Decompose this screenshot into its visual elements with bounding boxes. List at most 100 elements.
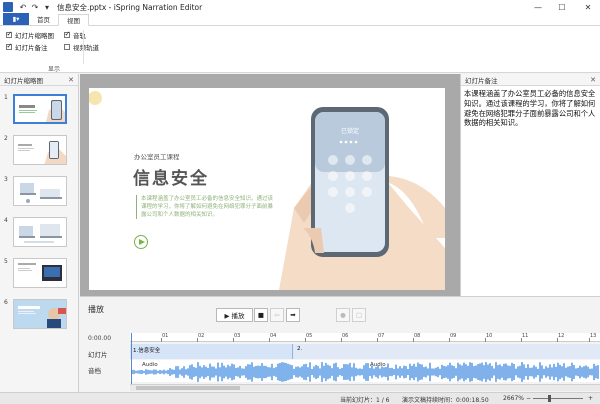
undo-icon[interactable]: ↶ <box>17 1 29 13</box>
tab-view[interactable]: 视图 <box>58 14 89 26</box>
checkbox-unchecked-icon <box>64 44 70 50</box>
close-icon[interactable]: ✕ <box>590 76 596 84</box>
slide-notes-panel: 幻灯片备注 ✕ 本课程涵盖了办公室员工必备的信息安全知识。通过该课程的学习，你将… <box>460 74 600 296</box>
slide-thumbnail-5[interactable]: 5 <box>0 257 78 295</box>
slide-thumbnail-6[interactable]: 6 <box>0 298 78 336</box>
ruler-tick: 03 <box>232 333 241 342</box>
file-menu-button[interactable]: ▮▾ <box>3 13 29 25</box>
checkbox-slide-thumbnails[interactable]: 幻灯片缩略图 <box>6 30 54 40</box>
ruler-tick: 10 <box>484 333 493 342</box>
ribbon-group-label: 显示 <box>48 66 61 73</box>
zoom-in-button[interactable]: + <box>588 395 593 402</box>
panel-title: 幻灯片缩略图 <box>4 76 43 85</box>
minimize-button[interactable]: — <box>526 0 550 14</box>
slide-thumbnail-2[interactable]: 2 <box>0 134 78 172</box>
presentation-duration-status: 演示文稿持续时间：0:00:18.50 <box>402 397 489 404</box>
timeline-scrollbar[interactable] <box>130 384 600 391</box>
timeline-ruler[interactable]: 01 02 03 04 05 06 07 08 09 10 11 12 13 <box>130 333 600 342</box>
audio-track[interactable]: Audio Audio <box>130 360 600 382</box>
checkbox-slide-notes[interactable]: 幻灯片备注 <box>6 42 48 52</box>
thumbnail-number: 5 <box>4 258 8 265</box>
thumbnail-image <box>13 94 67 124</box>
thumbnail-number: 4 <box>4 217 8 224</box>
close-icon[interactable]: ✕ <box>68 76 74 84</box>
app-icon <box>3 2 13 12</box>
slide-segment-2[interactable]: 2. <box>294 344 600 359</box>
maximize-button[interactable]: ☐ <box>550 0 574 14</box>
zoom-out-button[interactable]: − <box>526 395 531 402</box>
ruler-tick: 05 <box>304 333 313 342</box>
zoom-slider[interactable] <box>533 398 583 399</box>
thumbnail-number: 2 <box>4 135 8 142</box>
ruler-tick: 06 <box>340 333 349 342</box>
slide-thumbnail-3[interactable]: 3 <box>0 175 78 213</box>
ruler-tick: 12 <box>556 333 565 342</box>
audio-clip-label: Audio <box>142 362 158 368</box>
play-button[interactable]: ▶ 播放 <box>216 308 253 322</box>
slide-segment-1[interactable]: 1.信息安全 <box>130 344 293 359</box>
ruler-tick: 07 <box>376 333 385 342</box>
checkbox-label: 幻灯片备注 <box>15 44 48 52</box>
checkbox-checked-icon <box>6 42 12 50</box>
panel-title: 幻灯片备注 <box>465 76 498 85</box>
ruler-tick: 04 <box>268 333 277 342</box>
checkbox-checked-icon <box>64 30 70 38</box>
checkbox-video-track[interactable]: 视频轨道 <box>64 42 99 52</box>
thumbnail-number: 1 <box>4 94 8 101</box>
slide-illustration <box>89 91 445 290</box>
checkbox-label: 音轨 <box>73 32 86 40</box>
slide-thumbnail-4[interactable]: 4 <box>0 216 78 254</box>
notes-textarea[interactable]: 本课程涵盖了办公室员工必备的信息安全知识。通过该课程的学习，你将了解如何避免在网… <box>461 86 600 128</box>
audio-track-label: 音档 <box>88 367 101 375</box>
slide-title: 信息安全 <box>133 169 209 189</box>
ruler-tick: 11 <box>520 333 529 342</box>
audio-waveform <box>131 362 599 382</box>
slide-thumbnails-panel: 幻灯片缩略图 ✕ 1 2 3 4 5 6 <box>0 74 79 392</box>
stop-button[interactable]: ■ <box>254 308 268 322</box>
previous-slide-button[interactable]: ⇦ <box>270 308 284 322</box>
zoom-level: 2667% <box>503 395 524 402</box>
audio-clip-label: Audio <box>370 362 386 368</box>
slides-track[interactable]: 1.信息安全 2. <box>130 344 600 359</box>
quick-access-dropdown-icon[interactable]: ▾ <box>41 1 53 13</box>
slide-thumbnail-1[interactable]: 1 <box>0 93 78 131</box>
checkbox-label: 视频轨道 <box>73 44 99 52</box>
playback-label: 播放 <box>88 305 104 314</box>
slide-body-text: 本课程涵盖了办公室员工必备的信息安全知识。通过该课程的学习，你将了解如何避免在网… <box>136 195 276 219</box>
thumbnail-image <box>13 135 67 165</box>
checkbox-label: 幻灯片缩略图 <box>15 32 54 40</box>
redo-icon[interactable]: ↷ <box>29 1 41 13</box>
slide-stage: 已锁定 办公室员工课程 信息安全 本课程涵盖了办公室员工必备的信息安全知识。通过… <box>80 74 460 296</box>
title-bar: ↶ ↷ ▾ 信息安全.pptx - iSpring Narration Edit… <box>0 0 600 14</box>
record-stop-button[interactable]: □ <box>352 308 366 322</box>
next-slide-button[interactable]: ➡ <box>286 308 300 322</box>
record-button[interactable]: ● <box>336 308 350 322</box>
play-icon[interactable] <box>134 235 148 249</box>
thumbnail-image <box>13 299 67 329</box>
ribbon-panel: 幻灯片缩略图 幻灯片备注 音轨 视频轨道 显示 <box>0 26 600 73</box>
thumbnail-number: 6 <box>4 299 8 306</box>
slide-subtitle: 办公室员工课程 <box>134 153 180 161</box>
phone-lock-text: 已锁定 <box>341 128 360 135</box>
playback-panel: 播放 ▶ 播放 ■ ⇦ ➡ ● □ 0:00.00 01 02 03 04 05… <box>80 296 600 392</box>
checkbox-checked-icon <box>6 30 12 38</box>
ruler-tick: 09 <box>448 333 457 342</box>
slide-notes-header: 幻灯片备注 ✕ <box>461 74 600 86</box>
ruler-tick: 01 <box>160 333 169 342</box>
zoom-slider-thumb[interactable] <box>548 395 551 402</box>
thumbnail-image <box>13 176 67 206</box>
thumbnail-image <box>13 258 67 288</box>
playhead[interactable] <box>131 333 132 385</box>
thumbnail-image <box>13 217 67 247</box>
timeline-start-time: 0:00.00 <box>88 335 112 342</box>
ribbon-group-separator <box>83 30 84 64</box>
slide-canvas[interactable]: 已锁定 办公室员工课程 信息安全 本课程涵盖了办公室员工必备的信息安全知识。通过… <box>89 88 445 290</box>
close-button[interactable]: ✕ <box>576 0 600 14</box>
slides-track-label: 幻灯片 <box>88 351 108 359</box>
status-bar: 当前幻灯片：1 / 6 演示文稿持续时间：0:00:18.50 2667% − … <box>0 392 600 404</box>
scrollbar-thumb[interactable] <box>136 386 240 390</box>
tab-home[interactable]: 首页 <box>29 13 58 25</box>
window-title: 信息安全.pptx - iSpring Narration Editor <box>57 2 203 12</box>
thumbnail-number: 3 <box>4 176 8 183</box>
ruler-tick: 02 <box>196 333 205 342</box>
